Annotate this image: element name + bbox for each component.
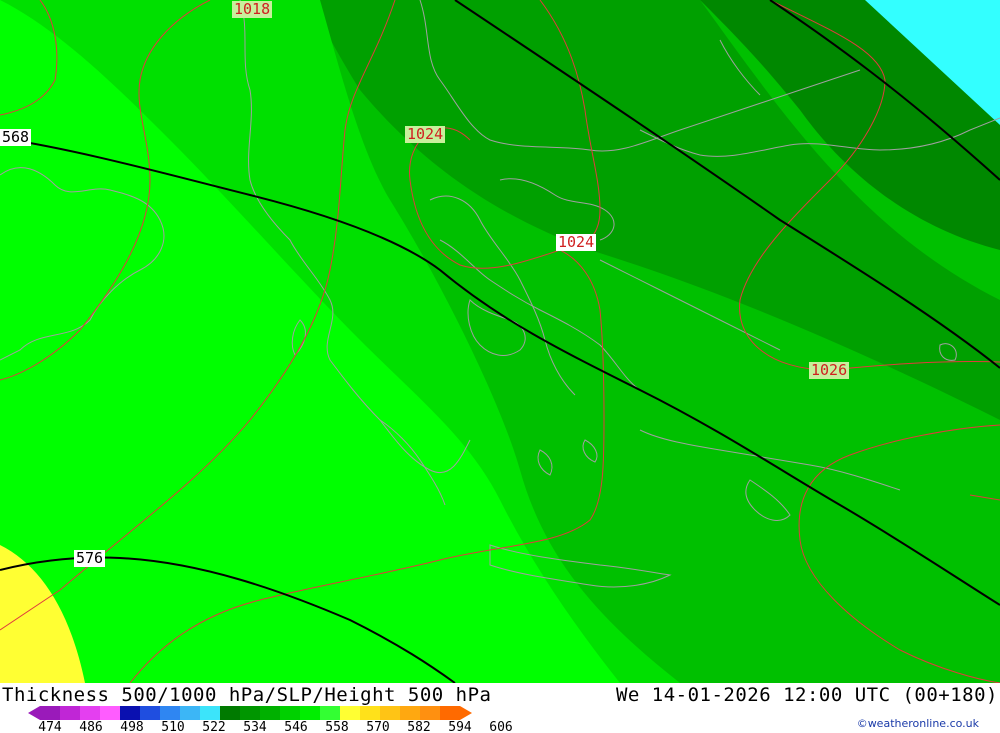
legend-color-cell [160, 706, 180, 720]
legend-color-cell [240, 706, 260, 720]
legend-tick-label: 474 [38, 720, 62, 733]
legend-color-cell [260, 706, 280, 720]
legend-color-cell [440, 706, 460, 720]
bottom-bar: Thickness 500/1000 hPa/SLP/Height 500 hP… [0, 683, 1000, 733]
legend-color-cell [400, 706, 420, 720]
legend-tick-label: 546 [284, 720, 308, 733]
weather-map-page: 1018 1024 1024 1026 568 576 Thickness 50… [0, 0, 1000, 733]
height-label-576: 576 [74, 549, 106, 567]
legend-color-cell [200, 706, 220, 720]
color-legend-bar [28, 706, 472, 720]
credit-text: ©weatheronline.co.uk [856, 717, 979, 730]
slp-label-1026: 1026 [809, 361, 850, 379]
legend-color-cell [220, 706, 240, 720]
legend-tick-label: 534 [243, 720, 267, 733]
legend-tick-label: 570 [366, 720, 390, 733]
legend-color-cell [180, 706, 200, 720]
legend-arrow-left [28, 706, 40, 720]
legend-tick-label: 606 [489, 720, 513, 733]
legend-tick-label: 510 [161, 720, 185, 733]
legend-color-cell [420, 706, 440, 720]
slp-label-1018: 1018 [232, 0, 273, 18]
legend-tick-label: 594 [448, 720, 472, 733]
legend-tick-label: 522 [202, 720, 226, 733]
legend-color-cell [60, 706, 80, 720]
legend-color-cell [120, 706, 140, 720]
thickness-map [0, 0, 1000, 683]
legend-color-cell [100, 706, 120, 720]
legend-tick-label: 582 [407, 720, 431, 733]
map-valid-time: We 14-01-2026 12:00 UTC (00+180) [615, 684, 998, 706]
slp-label-1024-center: 1024 [556, 233, 597, 251]
legend-tick-label: 558 [325, 720, 349, 733]
map-title: Thickness 500/1000 hPa/SLP/Height 500 hP… [2, 684, 492, 706]
height-label-568: 568 [0, 128, 32, 146]
legend-color-cell [360, 706, 380, 720]
legend-tick-label: 486 [79, 720, 103, 733]
legend-color-cell [280, 706, 300, 720]
legend-color-cell [80, 706, 100, 720]
legend-color-cell [340, 706, 360, 720]
legend-tick-label: 498 [120, 720, 144, 733]
legend-color-cell [300, 706, 320, 720]
legend-color-cell [380, 706, 400, 720]
legend-color-cell [320, 706, 340, 720]
slp-label-1024-north: 1024 [405, 125, 446, 143]
legend-color-cell [40, 706, 60, 720]
legend-arrow-right [460, 706, 472, 720]
legend-color-cell [140, 706, 160, 720]
